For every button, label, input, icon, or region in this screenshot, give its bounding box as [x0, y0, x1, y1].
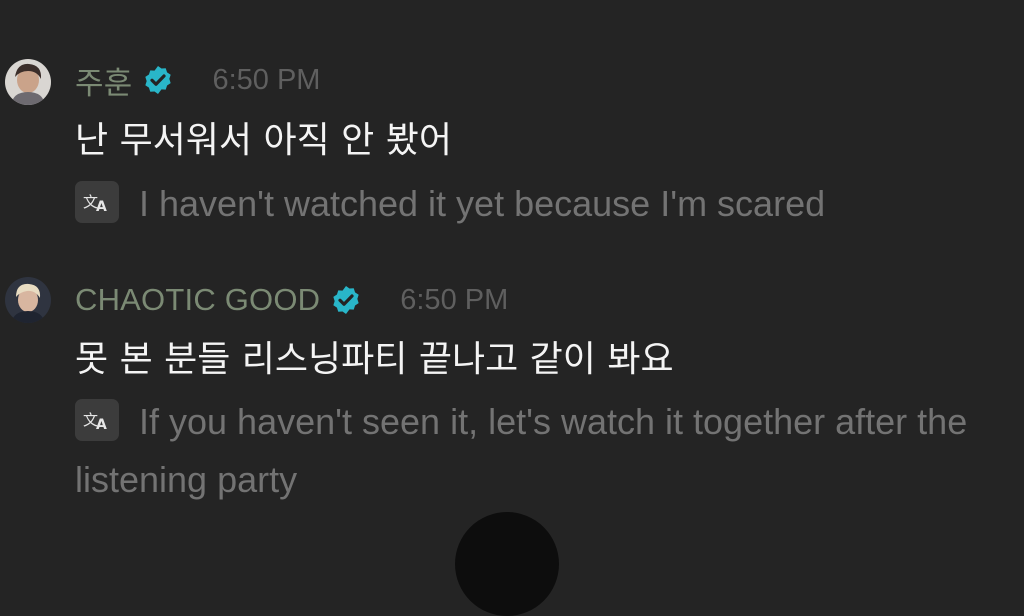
- message-header: 주훈 6:50 PM: [75, 58, 321, 103]
- verified-badge-icon: [142, 64, 174, 96]
- scroll-down-button[interactable]: [455, 512, 559, 616]
- avatar[interactable]: [5, 59, 51, 105]
- translate-icon[interactable]: 文 A: [75, 181, 119, 224]
- svg-text:A: A: [96, 417, 107, 432]
- translation-label: I haven't watched it yet because I'm sca…: [139, 183, 826, 224]
- timestamp: 6:50 PM: [212, 63, 321, 96]
- message-text: 난 무서워서 아직 안 봤어: [75, 120, 452, 161]
- timestamp: 6:50 PM: [400, 283, 509, 316]
- message-header: CHAOTIC GOOD 6:50 PM: [75, 280, 508, 320]
- translation-text: 文 A I haven't watched it yet because I'm…: [75, 175, 975, 233]
- message-text: 못 본 분들 리스닝파티 끝나고 같이 봐요: [75, 339, 674, 380]
- username[interactable]: 주훈: [75, 58, 132, 103]
- username[interactable]: CHAOTIC GOOD: [75, 282, 320, 318]
- translation-text: 文 A If you haven't seen it, let's watch …: [75, 393, 975, 509]
- verified-badge-icon: [330, 284, 362, 316]
- translate-icon[interactable]: 文 A: [75, 399, 119, 442]
- avatar[interactable]: [5, 277, 51, 323]
- svg-text:A: A: [96, 199, 107, 214]
- translation-label: If you haven't seen it, let's watch it t…: [75, 401, 968, 500]
